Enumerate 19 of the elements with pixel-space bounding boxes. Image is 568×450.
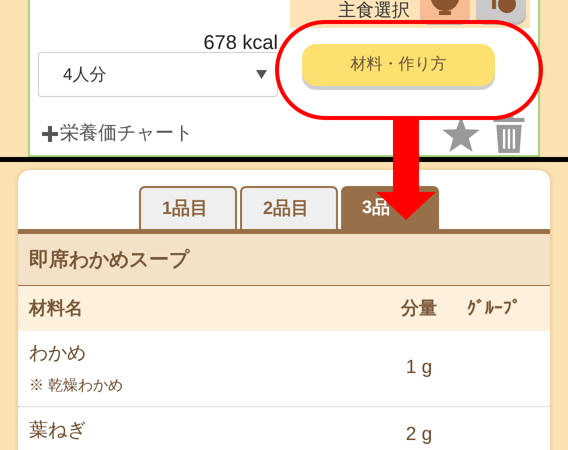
plus-icon [42, 126, 58, 142]
ingredient-name: 葉ねぎ [29, 419, 87, 443]
dish-tab[interactable]: 2品目 [240, 186, 338, 229]
trash-icon[interactable] [492, 115, 526, 153]
calorie-text: 678 kcal [204, 32, 278, 54]
ingredient-name: わかめ [29, 342, 87, 366]
servings-select[interactable]: 4人分 [38, 52, 278, 97]
column-header: 材料名 [29, 297, 84, 320]
column-header: ｸﾞﾙｰﾌﾟ [466, 297, 522, 320]
column-header: 分量 [400, 297, 438, 320]
ingredient-amount: 2 g [404, 423, 434, 447]
ingredient-note: ※ 乾燥わかめ [29, 376, 124, 396]
dish-title: 即席わかめスープ [18, 234, 550, 286]
nutrition-chart-link[interactable]: 栄養価チャート [42, 120, 193, 148]
staple-label: 主食選択 [338, 0, 410, 20]
dish-tab[interactable]: 1品目 [139, 186, 237, 229]
ingredient-amount: 1 g [404, 356, 434, 380]
dropdown-caret-icon [256, 70, 267, 79]
recipe-button[interactable]: 材料・作り方 [302, 44, 495, 86]
